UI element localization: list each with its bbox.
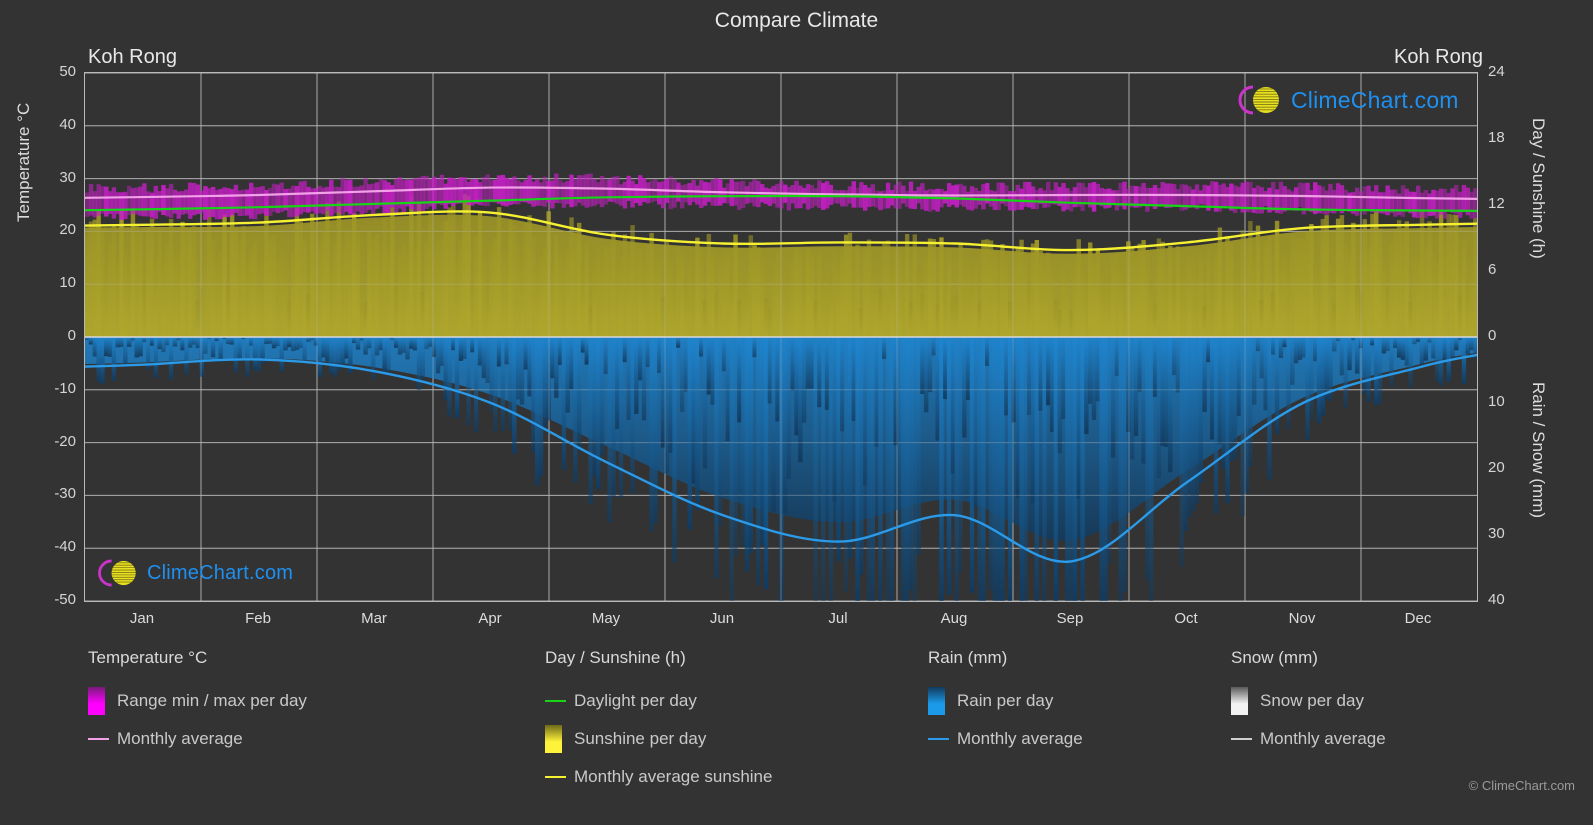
legend-item-label: Monthly average sunshine <box>574 767 773 786</box>
watermark-text: ClimeChart.com <box>147 561 294 584</box>
y-tick-left--10: -10 <box>54 379 76 397</box>
y-tick-mm-30: 30 <box>1488 525 1505 542</box>
x-tick-aug: Aug <box>940 610 968 627</box>
y-tick-hours-6: 6 <box>1488 261 1497 278</box>
y-tick-left-0: 0 <box>67 327 76 344</box>
logo-sphere-icon <box>1253 87 1279 113</box>
chart-canvas <box>85 73 1477 601</box>
climechart-logo-icon <box>98 559 136 587</box>
legend-item-label: Daylight per day <box>574 691 697 710</box>
y-tick-mm-40: 40 <box>1488 591 1505 608</box>
legend-item-label: Range min / max per day <box>117 691 307 710</box>
logo-ring-icon <box>98 559 112 587</box>
y-axis-label-temperature: Temperature °C <box>14 102 33 222</box>
climechart-logo-icon <box>1238 85 1279 115</box>
y-tick-left--30: -30 <box>54 485 76 503</box>
legend-item[interactable]: Snow per day <box>1231 682 1386 720</box>
x-tick-nov: Nov <box>1288 610 1316 627</box>
legend-item-label: Snow per day <box>1260 691 1364 710</box>
legend-item[interactable]: Rain per day <box>928 682 1083 720</box>
plot-area <box>84 72 1478 602</box>
watermark-logo-top: ClimeChart.com <box>1233 82 1459 118</box>
y-tick-left-30: 30 <box>59 168 76 186</box>
legend-title-rain-mm: Rain (mm) <box>928 648 1008 667</box>
location-label-left: Koh Rong <box>88 46 177 68</box>
y-tick-mm-10: 10 <box>1488 393 1505 410</box>
legend-title-day-sunshine-h: Day / Sunshine (h) <box>545 648 686 667</box>
logo-ring-icon <box>1238 85 1254 115</box>
climate-chart-page: Compare Climate Koh Rong Koh Rong Temper… <box>0 0 1593 825</box>
legend: Temperature °C Range min / max per day Mon… <box>0 648 1593 808</box>
x-tick-feb: Feb <box>245 610 271 627</box>
legend-item[interactable]: Monthly average <box>928 720 1083 758</box>
legend-swatch-icon <box>1231 687 1248 715</box>
legend-group-temperature: Temperature °C Range min / max per day Mon… <box>88 648 307 758</box>
location-label-right: Koh Rong <box>1394 46 1483 68</box>
x-tick-mar: Mar <box>361 610 387 627</box>
x-tick-jan: Jan <box>129 610 155 627</box>
legend-title-snow-mm: Snow (mm) <box>1231 648 1318 667</box>
legend-item[interactable]: Monthly average <box>1231 720 1386 758</box>
legend-item[interactable]: Sunshine per day <box>545 720 772 758</box>
legend-item-label: Rain per day <box>957 691 1054 710</box>
y-tick-hours-0: 0 <box>1488 327 1497 344</box>
x-tick-oct: Oct <box>1174 610 1198 627</box>
x-tick-dec: Dec <box>1404 610 1432 627</box>
legend-item[interactable]: Monthly average <box>88 720 307 758</box>
legend-line-icon <box>928 738 949 740</box>
y-tick-hours-18: 18 <box>1488 129 1505 146</box>
legend-item-label: Monthly average <box>117 729 243 748</box>
x-tick-apr: Apr <box>478 610 502 627</box>
legend-group-snow: Snow (mm) Snow per day Monthly average <box>1231 648 1386 758</box>
legend-line-icon <box>1231 738 1252 740</box>
y-tick-hours-12: 12 <box>1488 195 1505 212</box>
legend-item-label: Sunshine per day <box>574 729 707 748</box>
x-tick-jul: Jul <box>828 610 848 627</box>
legend-swatch-icon <box>88 687 105 715</box>
x-tick-jun: Jun <box>709 610 735 627</box>
legend-group-day-sunshine: Day / Sunshine (h) Daylight per day Sunshi… <box>545 648 772 796</box>
y-tick-left--50: -50 <box>54 591 76 608</box>
y-tick-hours-24: 24 <box>1488 63 1505 80</box>
legend-swatch-icon <box>545 725 562 753</box>
y-tick-mm-20: 20 <box>1488 459 1505 476</box>
legend-item[interactable]: Daylight per day <box>545 682 772 720</box>
legend-swatch-icon <box>928 687 945 715</box>
legend-line-icon <box>545 700 566 702</box>
y-tick-left--20: -20 <box>54 432 76 450</box>
legend-item-label: Monthly average <box>957 729 1083 748</box>
legend-line-icon <box>88 738 109 740</box>
y-tick-left-40: 40 <box>59 115 76 133</box>
watermark-text: ClimeChart.com <box>1291 86 1459 113</box>
page-title: Compare Climate <box>714 9 879 32</box>
logo-sphere-icon <box>111 560 136 586</box>
legend-item[interactable]: Monthly average sunshine <box>545 758 772 796</box>
legend-item[interactable]: Range min / max per day <box>88 682 307 720</box>
legend-group-rain: Rain (mm) Rain per day Monthly average <box>928 648 1083 758</box>
watermark-logo-bottom: ClimeChart.com <box>93 556 293 590</box>
legend-line-icon <box>545 776 566 778</box>
x-tick-may: May <box>591 610 621 627</box>
y-tick-left-10: 10 <box>59 274 76 292</box>
y-tick-left-50: 50 <box>59 63 76 80</box>
y-tick-left--40: -40 <box>54 538 76 556</box>
legend-item-label: Monthly average <box>1260 729 1386 748</box>
x-tick-sep: Sep <box>1056 610 1084 627</box>
y-tick-left-20: 20 <box>59 221 76 239</box>
copyright-text: © ClimeChart.com <box>1468 778 1575 793</box>
legend-title-temperature-c: Temperature °C <box>88 648 208 667</box>
